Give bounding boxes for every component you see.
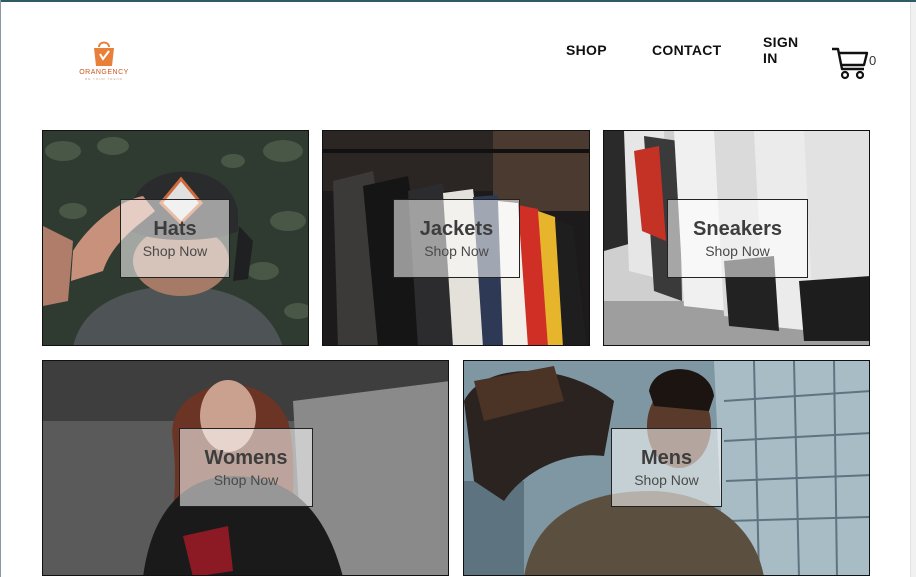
category-title: Womens bbox=[204, 447, 288, 469]
category-tile-sneakers[interactable]: Sneakers Shop Now bbox=[603, 130, 870, 346]
window-left-border bbox=[0, 0, 1, 577]
category-title: Mens bbox=[640, 447, 693, 469]
scrollbar[interactable] bbox=[910, 2, 916, 577]
category-tile-jackets[interactable]: Jackets Shop Now bbox=[322, 130, 590, 346]
shopping-bag-icon bbox=[94, 41, 114, 66]
category-label[interactable]: Jackets Shop Now bbox=[393, 199, 520, 278]
shop-now-link[interactable]: Shop Now bbox=[705, 243, 770, 259]
category-title: Hats bbox=[153, 218, 197, 240]
category-label[interactable]: Womens Shop Now bbox=[179, 428, 313, 507]
shop-now-link[interactable]: Shop Now bbox=[634, 472, 699, 488]
shop-now-link[interactable]: Shop Now bbox=[143, 243, 208, 259]
window-top-border bbox=[0, 0, 916, 2]
category-title: Jackets bbox=[419, 218, 494, 240]
category-label[interactable]: Mens Shop Now bbox=[611, 428, 722, 507]
category-label[interactable]: Sneakers Shop Now bbox=[667, 199, 808, 278]
cart-count: 0 bbox=[869, 53, 877, 68]
brand-logo[interactable]: ORANGENCY BE YOUR TREND bbox=[74, 38, 134, 90]
category-label[interactable]: Hats Shop Now bbox=[120, 199, 230, 278]
category-tile-hats[interactable]: Hats Shop Now bbox=[42, 130, 309, 346]
nav-sign-in-link[interactable]: SIGN IN bbox=[763, 34, 798, 66]
category-tile-womens[interactable]: Womens Shop Now bbox=[42, 360, 449, 576]
shop-now-link[interactable]: Shop Now bbox=[214, 472, 279, 488]
category-tile-mens[interactable]: Mens Shop Now bbox=[463, 360, 870, 576]
shop-now-link[interactable]: Shop Now bbox=[424, 243, 489, 259]
cart-icon[interactable] bbox=[830, 45, 870, 81]
brand-name: ORANGENCY bbox=[79, 69, 129, 76]
brand-tagline: BE YOUR TREND bbox=[85, 77, 123, 81]
nav-contact-link[interactable]: CONTACT bbox=[652, 42, 722, 58]
category-title: Sneakers bbox=[693, 218, 782, 240]
nav-shop-link[interactable]: SHOP bbox=[566, 42, 607, 58]
